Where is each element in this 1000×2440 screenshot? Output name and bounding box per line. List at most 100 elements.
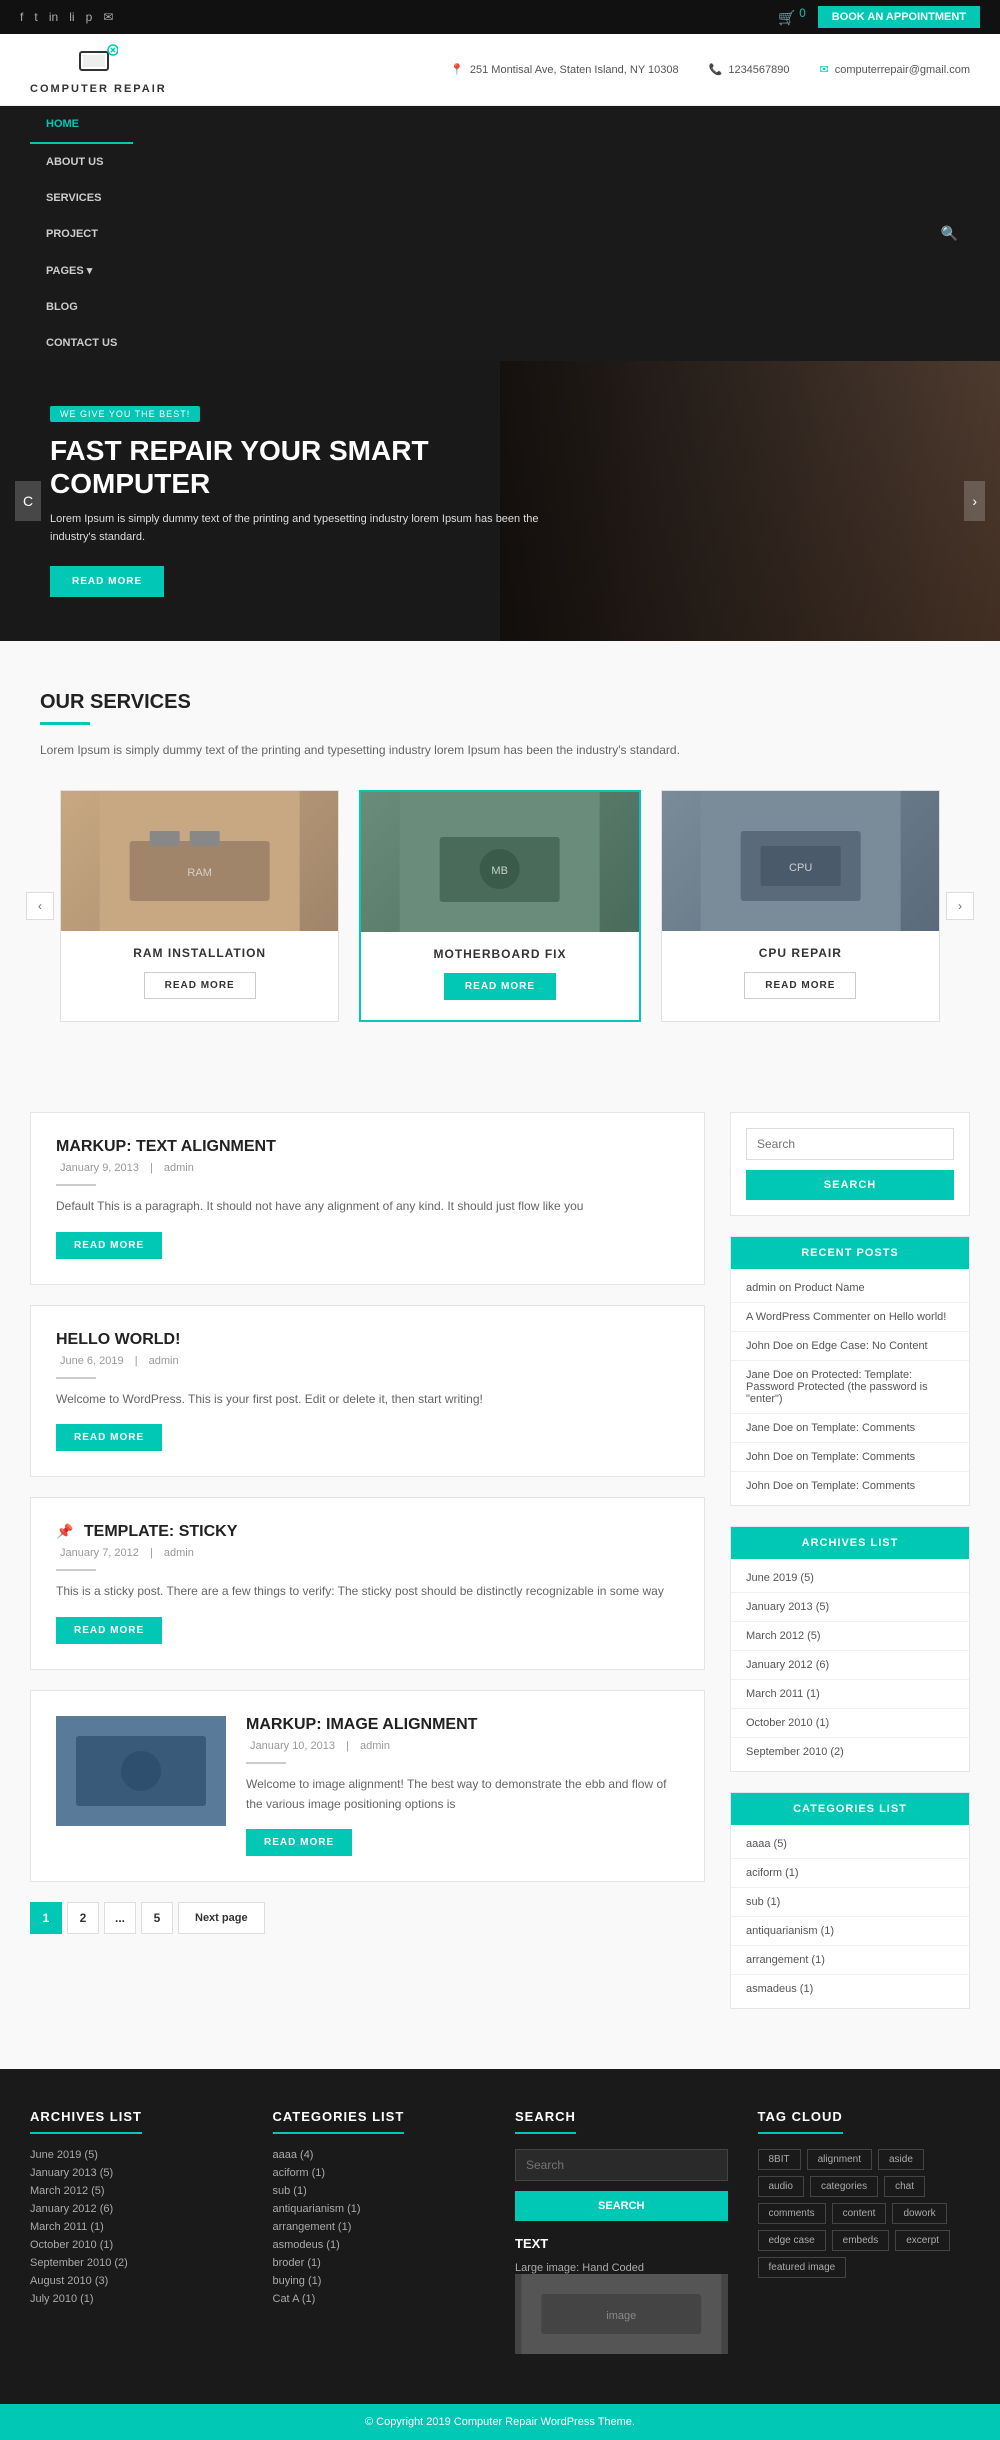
post-readmore-4[interactable]: READ MORE (246, 1829, 352, 1856)
blog-post-2: HELLO WORLD! June 6, 2019 | admin Welcom… (30, 1305, 705, 1477)
service-readmore-2[interactable]: READ MORE (444, 973, 556, 1000)
hero-readmore-button[interactable]: READ MORE (50, 566, 164, 597)
footer-archive-4[interactable]: January 2012 (6) (30, 2203, 243, 2215)
archive-2[interactable]: January 2013 (5) (731, 1593, 969, 1622)
nav-home[interactable]: HOME (30, 106, 133, 144)
page-1-button[interactable]: 1 (30, 1902, 62, 1934)
footer-cat-8[interactable]: buying (1) (273, 2275, 486, 2287)
footer-search-title: SEARCH (515, 2109, 576, 2134)
tag-8bit[interactable]: 8BIT (758, 2149, 801, 2170)
footer-cat-4[interactable]: antiquarianism (1) (273, 2203, 486, 2215)
footer-cat-7[interactable]: broder (1) (273, 2257, 486, 2269)
tag-audio[interactable]: audio (758, 2176, 804, 2197)
footer-cat-9[interactable]: Cat A (1) (273, 2293, 486, 2305)
tag-dowork[interactable]: dowork (892, 2203, 946, 2224)
archive-3[interactable]: March 2012 (5) (731, 1622, 969, 1651)
tag-comments[interactable]: comments (758, 2203, 826, 2224)
sidebar: SEARCH RECENT POSTS admin on Product Nam… (730, 1112, 970, 2029)
tag-alignment[interactable]: alignment (807, 2149, 872, 2170)
footer-archive-8[interactable]: August 2010 (3) (30, 2275, 243, 2287)
archive-1[interactable]: June 2019 (5) (731, 1564, 969, 1593)
sidebar-search-button[interactable]: SEARCH (746, 1170, 954, 1200)
post-excerpt-4: Welcome to image alignment! The best way… (246, 1774, 679, 1815)
recent-post-2[interactable]: A WordPress Commenter on Hello world! (731, 1303, 969, 1332)
nav-contact[interactable]: CONTACT US (30, 325, 133, 361)
services-next-button[interactable]: › (946, 892, 974, 920)
recent-post-6[interactable]: John Doe on Template: Comments (731, 1443, 969, 1472)
category-4[interactable]: antiquarianism (1) (731, 1917, 969, 1946)
logo-area[interactable]: COMPUTER REPAIR (30, 44, 167, 95)
footer-archive-7[interactable]: September 2010 (2) (30, 2257, 243, 2269)
page-5-button[interactable]: 5 (141, 1902, 173, 1934)
next-page-button[interactable]: Next page (178, 1902, 265, 1934)
footer-cat-1[interactable]: aaaa (4) (273, 2149, 486, 2161)
tag-categories[interactable]: categories (810, 2176, 878, 2197)
recent-post-3[interactable]: John Doe on Edge Case: No Content (731, 1332, 969, 1361)
footer-cat-2[interactable]: aciform (1) (273, 2167, 486, 2179)
tag-featured-image[interactable]: featured image (758, 2257, 847, 2278)
tag-cloud: 8BIT alignment aside audio categories ch… (758, 2149, 971, 2278)
archive-7[interactable]: September 2010 (2) (731, 1738, 969, 1766)
service-readmore-1[interactable]: READ MORE (144, 972, 256, 999)
post-readmore-1[interactable]: READ MORE (56, 1232, 162, 1259)
nav-services[interactable]: SERVICES (30, 180, 133, 216)
tag-embeds[interactable]: embeds (832, 2230, 890, 2251)
archive-6[interactable]: October 2010 (1) (731, 1709, 969, 1738)
service-readmore-3[interactable]: READ MORE (744, 972, 856, 999)
footer-archive-9[interactable]: July 2010 (1) (30, 2293, 243, 2305)
recent-post-7[interactable]: John Doe on Template: Comments (731, 1472, 969, 1500)
hero-next-button[interactable]: › (964, 481, 985, 521)
category-1[interactable]: aaaa (5) (731, 1830, 969, 1859)
footer-archive-5[interactable]: March 2011 (1) (30, 2221, 243, 2233)
page-dots-button[interactable]: ... (104, 1902, 136, 1934)
tag-aside[interactable]: aside (878, 2149, 924, 2170)
services-prev-button[interactable]: ‹ (26, 892, 54, 920)
footer-cat-5[interactable]: arrangement (1) (273, 2221, 486, 2233)
category-3[interactable]: sub (1) (731, 1888, 969, 1917)
footer-archive-6[interactable]: October 2010 (1) (30, 2239, 243, 2251)
phone-contact[interactable]: 📞 1234567890 (709, 63, 790, 76)
cart-icon[interactable]: 🛒 0 (778, 7, 806, 27)
tag-edge-case[interactable]: edge case (758, 2230, 826, 2251)
blog-post-4: MARKUP: IMAGE ALIGNMENT January 10, 2013… (30, 1690, 705, 1883)
post-readmore-3[interactable]: READ MORE (56, 1617, 162, 1644)
recent-post-1[interactable]: admin on Product Name (731, 1274, 969, 1303)
recent-post-5[interactable]: Jane Doe on Template: Comments (731, 1414, 969, 1443)
post-readmore-2[interactable]: READ MORE (56, 1424, 162, 1451)
nav-search-icon[interactable]: 🔍 (929, 213, 970, 254)
recent-post-4[interactable]: Jane Doe on Protected: Template: Passwor… (731, 1361, 969, 1414)
email-social-link[interactable]: ✉ (103, 10, 113, 24)
email-contact[interactable]: ✉ computerrepair@gmail.com (820, 63, 970, 76)
category-6[interactable]: asmadeus (1) (731, 1975, 969, 2003)
footer-archive-3[interactable]: March 2012 (5) (30, 2185, 243, 2197)
footer-search-input[interactable] (515, 2149, 728, 2181)
nav-blog[interactable]: BLOG (30, 289, 133, 325)
social-links[interactable]: f t in li p ✉ (20, 10, 121, 24)
tag-excerpt[interactable]: excerpt (895, 2230, 950, 2251)
facebook-link[interactable]: f (20, 10, 23, 24)
footer-archive-1[interactable]: June 2019 (5) (30, 2149, 243, 2161)
tag-content[interactable]: content (832, 2203, 887, 2224)
footer-categories-title: CATEGORIES LIST (273, 2109, 405, 2134)
footer-cat-3[interactable]: sub (1) (273, 2185, 486, 2197)
page-2-button[interactable]: 2 (67, 1902, 99, 1934)
footer-archive-2[interactable]: January 2013 (5) (30, 2167, 243, 2179)
archive-4[interactable]: January 2012 (6) (731, 1651, 969, 1680)
archive-5[interactable]: March 2011 (1) (731, 1680, 969, 1709)
category-5[interactable]: arrangement (1) (731, 1946, 969, 1975)
category-2[interactable]: aciform (1) (731, 1859, 969, 1888)
footer-search-button[interactable]: SEARCH (515, 2191, 728, 2221)
hero-prev-button[interactable]: C (15, 481, 41, 521)
nav-project[interactable]: PROJECT (30, 216, 133, 252)
footer-cat-6[interactable]: asmodeus (1) (273, 2239, 486, 2251)
pinterest-link[interactable]: p (86, 10, 93, 24)
linkedin-link[interactable]: li (69, 10, 74, 24)
instagram-link[interactable]: in (49, 10, 58, 24)
twitter-link[interactable]: t (34, 10, 37, 24)
nav-about[interactable]: ABOUT US (30, 144, 133, 180)
nav-pages[interactable]: PAGES ▾ (30, 252, 133, 289)
tag-chat[interactable]: chat (884, 2176, 925, 2197)
sidebar-search-input[interactable] (746, 1128, 954, 1160)
book-appointment-button[interactable]: Book An Appointment (818, 6, 980, 28)
hero-desc: Lorem Ipsum is simply dummy text of the … (50, 511, 550, 546)
